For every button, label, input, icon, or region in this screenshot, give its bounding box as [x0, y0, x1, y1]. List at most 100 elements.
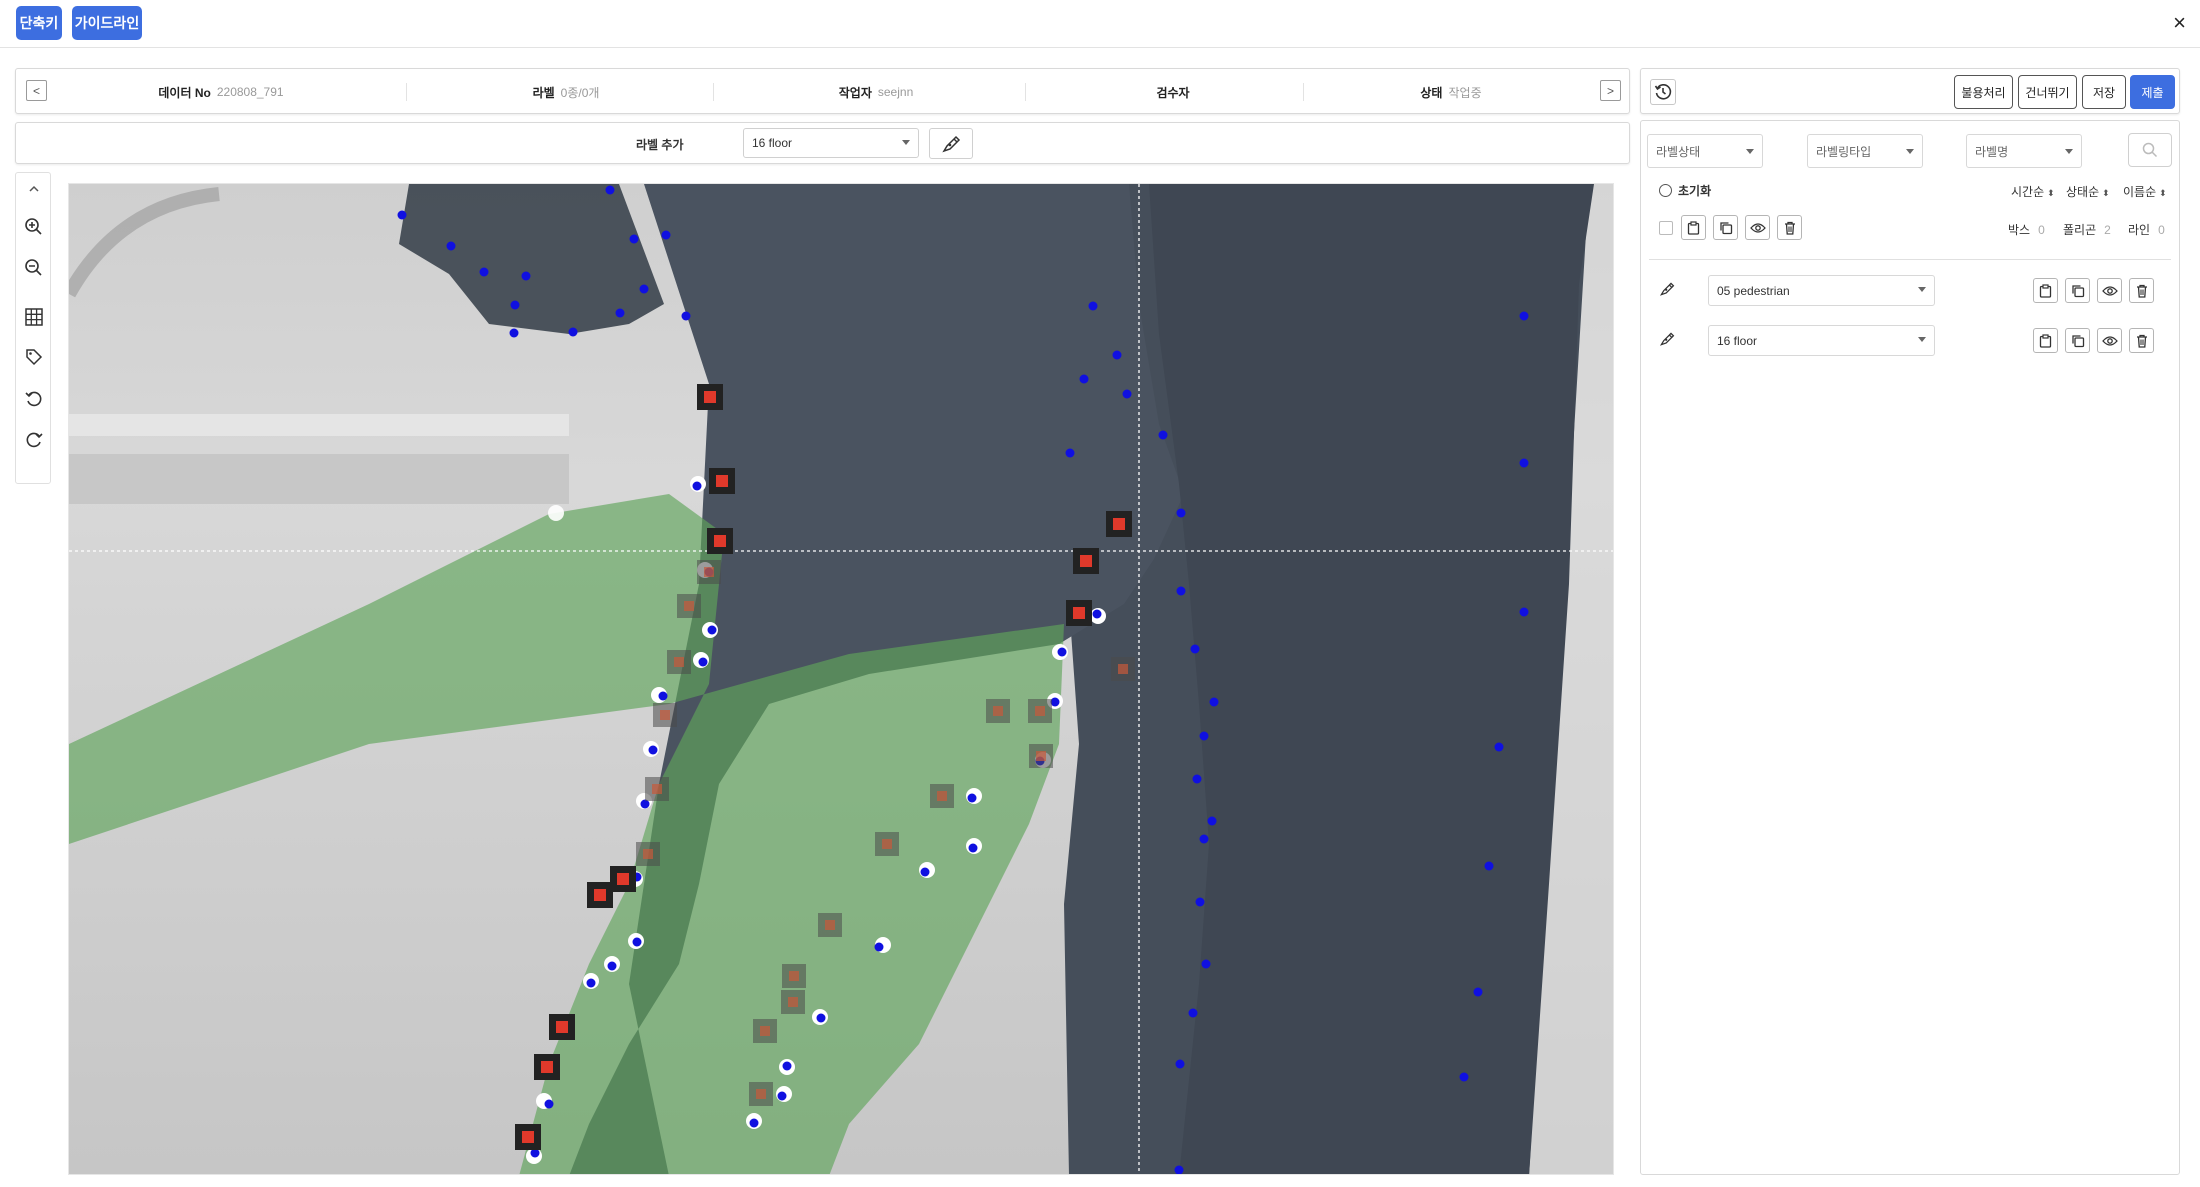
- canvas-toolbar: [15, 172, 51, 484]
- labeling-type-filter[interactable]: 라벨링타입: [1807, 134, 1923, 168]
- paste-label-button[interactable]: [2033, 278, 2058, 303]
- label-class-select[interactable]: 16 floor: [1708, 325, 1935, 356]
- select-all-checkbox[interactable]: [1659, 221, 1673, 235]
- copy-label-button[interactable]: [2065, 278, 2090, 303]
- pen-icon: [1659, 281, 1675, 302]
- top-bar: 단축키 가이드라인 ×: [0, 0, 2200, 48]
- label-status-filter-label: 라벨상태: [1656, 144, 1701, 159]
- line-count-value: 0: [2158, 223, 2165, 237]
- search-icon: [2142, 142, 2158, 158]
- data-no: 데이터 No 220808_791: [56, 69, 386, 115]
- redo-icon[interactable]: [23, 429, 45, 451]
- label-count-key: 라벨: [532, 85, 555, 100]
- toggle-visibility-all-button[interactable]: [1745, 215, 1770, 240]
- status-value: 작업중: [1448, 85, 1482, 100]
- prev-icon[interactable]: <: [26, 80, 47, 101]
- label-add-title: 라벨 추가: [636, 138, 684, 152]
- clipboard-icon: [1687, 220, 1700, 235]
- chevron-down-icon: [2065, 149, 2073, 154]
- divider: [713, 83, 714, 101]
- data-no-value: 220808_791: [216, 85, 284, 99]
- annotation-canvas[interactable]: [68, 183, 1614, 1175]
- sort-name[interactable]: 이름순 ⬍: [2123, 183, 2167, 200]
- labeling-type-filter-label: 라벨링타입: [1816, 144, 1872, 159]
- chevron-down-icon: [1918, 337, 1926, 342]
- reset-label: 초기화: [1678, 184, 1712, 198]
- action-bar: 불용처리 건너뛰기 저장 제출: [1640, 68, 2180, 114]
- copy-icon: [2071, 334, 2084, 347]
- toggle-label-visibility-button[interactable]: [2097, 278, 2122, 303]
- label-name-filter[interactable]: 라벨명: [1966, 134, 2082, 168]
- sort-icon: ⬍: [2159, 188, 2167, 198]
- chevron-down-icon: [1918, 287, 1926, 292]
- tag-icon[interactable]: [23, 346, 45, 368]
- chevron-down-icon: [1906, 149, 1914, 154]
- copy-icon: [2071, 284, 2084, 297]
- class-select-value: 16 floor: [752, 136, 793, 150]
- sort-icon: ⬍: [2047, 188, 2055, 198]
- paste-all-button[interactable]: [1681, 215, 1706, 240]
- sort-time[interactable]: 시간순 ⬍: [2011, 183, 2055, 200]
- reject-button[interactable]: 불용처리: [1954, 75, 2013, 109]
- copy-icon: [1719, 221, 1732, 234]
- pen-icon: [1659, 331, 1675, 352]
- label-name-filter-label: 라벨명: [1975, 144, 2009, 159]
- delete-label-button[interactable]: [2129, 328, 2154, 353]
- label-add-bar: 라벨 추가 16 floor: [15, 122, 1630, 164]
- sort-status[interactable]: 상태순 ⬍: [2066, 183, 2110, 200]
- save-button[interactable]: 저장: [2082, 75, 2126, 109]
- submit-button[interactable]: 제출: [2130, 75, 2175, 109]
- reset-icon: [1659, 184, 1672, 197]
- close-icon[interactable]: ×: [2173, 10, 2186, 36]
- next-icon[interactable]: >: [1600, 80, 1621, 101]
- copy-label-button[interactable]: [2065, 328, 2090, 353]
- paste-label-button[interactable]: [2033, 328, 2058, 353]
- sort-icon: ⬍: [2102, 188, 2110, 198]
- grid-icon[interactable]: [23, 306, 45, 328]
- worker-value: seejnn: [877, 85, 914, 99]
- toggle-label-visibility-button[interactable]: [2097, 328, 2122, 353]
- search-button[interactable]: [2128, 133, 2172, 167]
- delete-all-button[interactable]: [1777, 215, 1802, 240]
- chevron-down-icon: [1746, 149, 1754, 154]
- zoom-out-icon[interactable]: [23, 257, 45, 279]
- shortcut-button[interactable]: 단축키: [16, 6, 62, 40]
- label-count-value: 0종/0개: [560, 85, 600, 100]
- label-status-filter[interactable]: 라벨상태: [1647, 134, 1763, 168]
- trash-icon: [1784, 221, 1795, 235]
- label-class-select[interactable]: 05 pedestrian: [1708, 275, 1935, 306]
- line-count-key: 라인: [2128, 223, 2151, 237]
- trash-icon: [2136, 284, 2147, 298]
- label-class-value: 05 pedestrian: [1717, 283, 1790, 298]
- guideline-button[interactable]: 가이드라인: [72, 6, 142, 40]
- polygon-pen-button[interactable]: [929, 128, 973, 159]
- polygon-count-value: 2: [2104, 223, 2111, 237]
- worker-key: 작업자: [838, 85, 872, 100]
- skip-button[interactable]: 건너뛰기: [2018, 75, 2077, 109]
- canvas-image: [69, 184, 1613, 1174]
- delete-label-button[interactable]: [2129, 278, 2154, 303]
- undo-icon[interactable]: [23, 388, 45, 410]
- divider: [1025, 83, 1026, 101]
- reviewer: 검수자: [1031, 69, 1321, 115]
- history-icon[interactable]: [1650, 79, 1676, 105]
- trash-icon: [2136, 334, 2147, 348]
- status-key: 상태: [1420, 85, 1443, 100]
- reset-button[interactable]: 초기화: [1659, 182, 1711, 199]
- sort-name-label: 이름순: [2123, 185, 2157, 199]
- sort-time-label: 시간순: [2011, 185, 2045, 199]
- eye-icon: [2101, 285, 2118, 296]
- divider: [406, 83, 407, 101]
- polygon-count: 폴리곤 2: [2063, 221, 2111, 238]
- zoom-in-icon[interactable]: [23, 216, 45, 238]
- chevron-down-icon: [902, 140, 910, 145]
- copy-all-button[interactable]: [1713, 215, 1738, 240]
- collapse-icon[interactable]: [23, 178, 45, 200]
- pen-icon: [942, 135, 961, 152]
- box-count-value: 0: [2038, 223, 2045, 237]
- label-count: 라벨 0종/0개: [416, 69, 716, 115]
- box-count: 박스 0: [2008, 221, 2045, 238]
- clipboard-icon: [2039, 283, 2052, 298]
- data-no-key: 데이터 No: [158, 85, 211, 100]
- class-select[interactable]: 16 floor: [743, 128, 919, 158]
